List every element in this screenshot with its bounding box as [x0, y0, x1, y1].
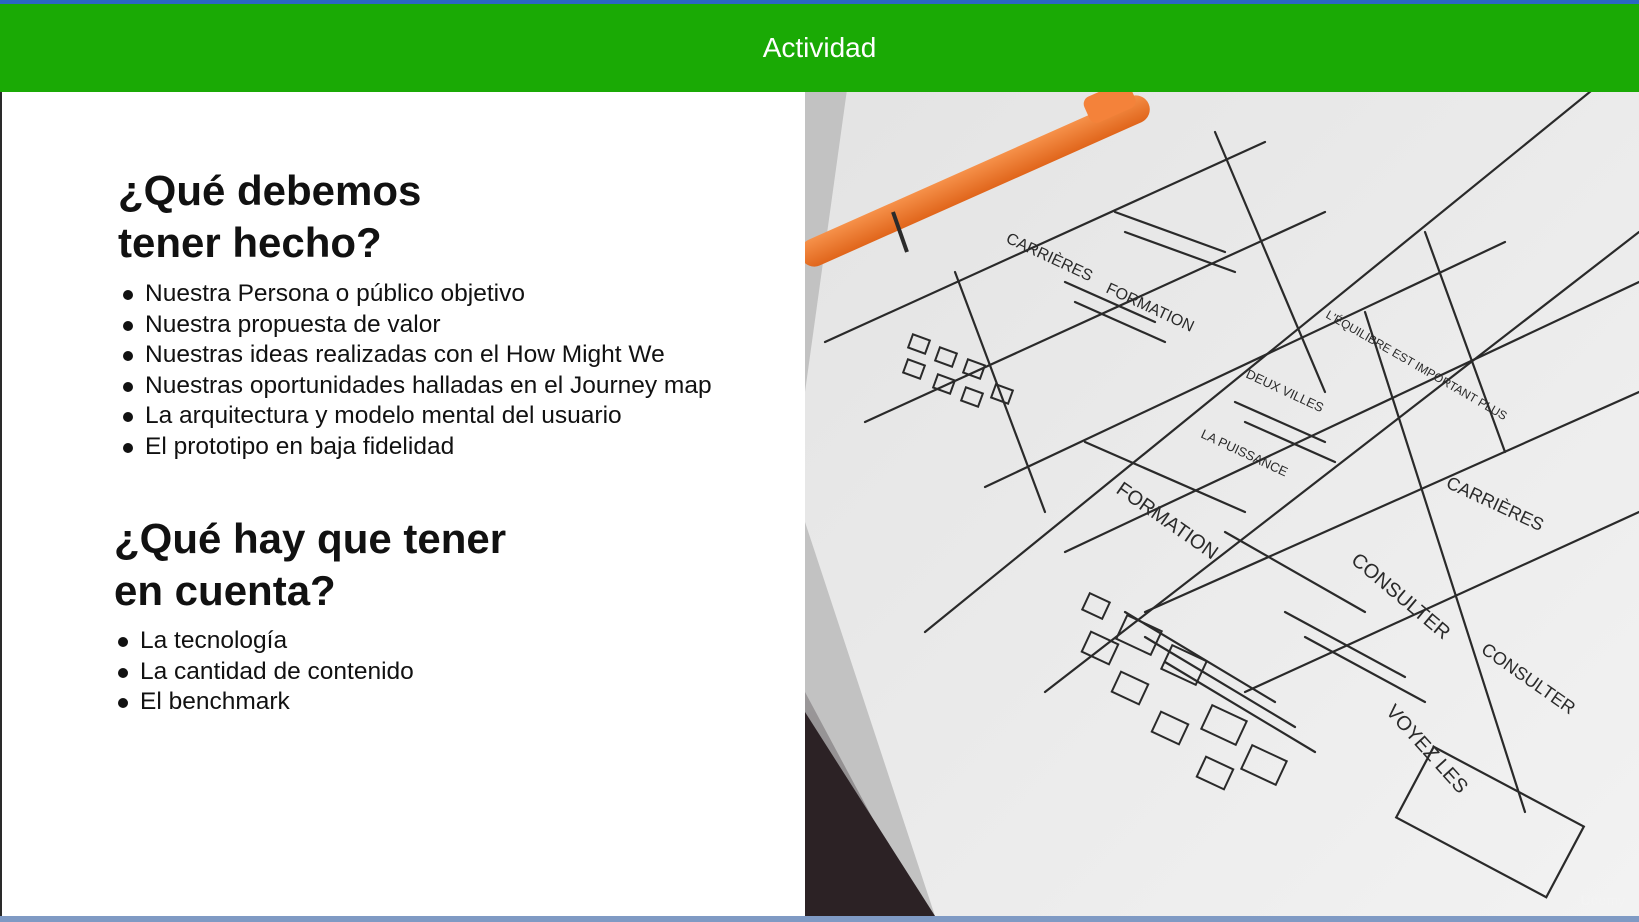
wireframe-sketch-illustration: CARRIÈRES FORMATION DEUX VILLES LA PUISS…: [805, 92, 1639, 916]
left-edge-border: [0, 92, 2, 922]
list-item: Nuestra propuesta de valor: [117, 310, 712, 341]
bottom-border: [0, 916, 1639, 922]
section-heading-line: ¿Qué hay que tener: [114, 515, 507, 562]
consider-list: La tecnología La cantidad de contenido E…: [112, 626, 414, 718]
wireframe-sketch-photo: CARRIÈRES FORMATION DEUX VILLES LA PUISS…: [805, 92, 1639, 916]
list-item: La arquitectura y modelo mental del usua…: [117, 401, 712, 432]
list-item: La tecnología: [112, 626, 414, 657]
list-item: La cantidad de contenido: [112, 657, 414, 688]
list-item: Nuestras ideas realizadas con el How Mig…: [117, 340, 712, 371]
slide-header: Actividad: [0, 4, 1639, 92]
udemy-watermark: Udemy: [1580, 892, 1625, 908]
list-item: Nuestra Persona o público objetivo: [117, 279, 712, 310]
slide-title: Actividad: [762, 32, 877, 63]
list-item: El prototipo en baja fidelidad: [117, 432, 712, 463]
section-heading-line: en cuenta?: [114, 567, 336, 614]
done-list: Nuestra Persona o público objetivo Nuest…: [117, 279, 712, 463]
list-item: Nuestras oportunidades halladas en el Jo…: [117, 371, 712, 402]
slide: Actividad ¿Qué debemos tener hecho? Nues…: [0, 0, 1639, 922]
section-heading-line: ¿Qué debemos: [118, 167, 422, 214]
list-item: El benchmark: [112, 687, 414, 718]
section-heading-done: ¿Qué debemos tener hecho?: [118, 165, 421, 269]
section-heading-consider: ¿Qué hay que tener en cuenta?: [114, 513, 506, 617]
section-heading-line: tener hecho?: [118, 219, 382, 266]
